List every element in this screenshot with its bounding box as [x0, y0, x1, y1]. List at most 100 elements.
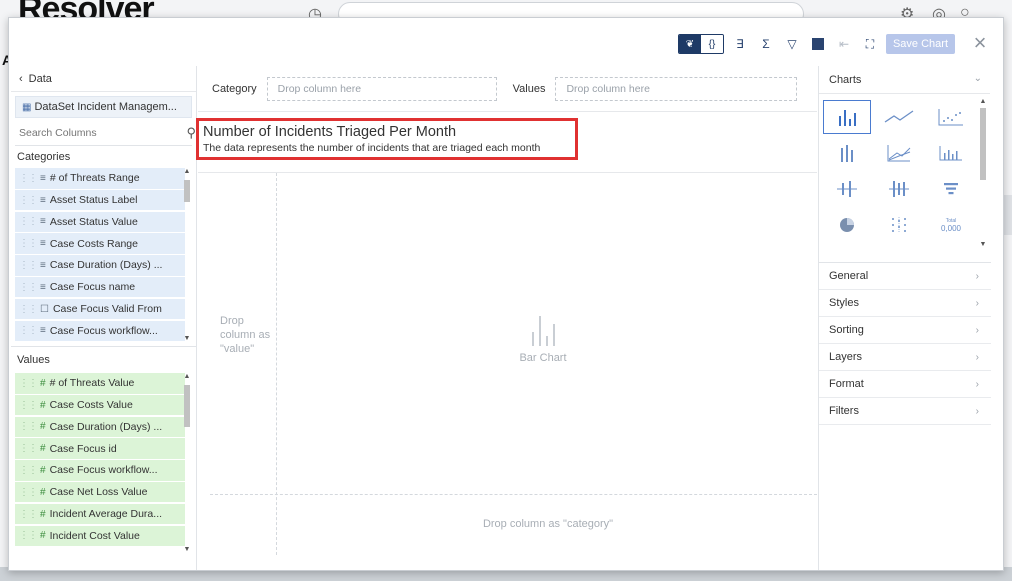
- histogram-chart-icon[interactable]: [927, 136, 975, 170]
- drag-handle-icon[interactable]: ⋮⋮: [19, 378, 38, 389]
- values-title: Values: [17, 354, 50, 366]
- chart-type-tile[interactable]: [823, 244, 871, 248]
- list-item[interactable]: ⋮⋮ # # of Threats Value: [15, 373, 185, 394]
- chart-title-block[interactable]: Number of Incidents Triaged Per Month Th…: [196, 118, 578, 160]
- pivot-icon[interactable]: ∃: [730, 34, 750, 54]
- code-braces-icon[interactable]: {}: [700, 35, 723, 53]
- list-item[interactable]: ⋮⋮ ≡ Case Focus workflow...: [15, 320, 185, 342]
- search-icon[interactable]: ⚲: [186, 125, 196, 141]
- scroll-thumb[interactable]: [184, 385, 190, 427]
- pie-chart-icon[interactable]: [823, 208, 871, 242]
- list-item[interactable]: ⋮⋮ ≡ Asset Status Label: [15, 189, 185, 211]
- category-drop-zone[interactable]: Drop column here: [266, 76, 497, 101]
- drag-handle-icon[interactable]: ⋮⋮: [19, 260, 38, 271]
- search-columns-input[interactable]: [19, 126, 169, 139]
- option-sorting[interactable]: Sorting ›: [819, 317, 991, 344]
- chart-type-tile[interactable]: [875, 244, 923, 248]
- column-label: Case Net Loss Value: [49, 486, 148, 499]
- list-item[interactable]: ⋮⋮ ≡ Case Costs Range: [15, 233, 185, 254]
- mode-toggle[interactable]: ❦ {}: [677, 34, 724, 54]
- drag-handle-icon[interactable]: ⋮⋮: [19, 443, 38, 454]
- scroll-down-icon[interactable]: ▼: [183, 546, 191, 553]
- drag-handle-icon[interactable]: ⋮⋮: [19, 421, 38, 432]
- drag-handle-icon[interactable]: ⋮⋮: [19, 238, 38, 249]
- option-filters[interactable]: Filters ›: [819, 398, 991, 425]
- dot-plot-icon[interactable]: [875, 208, 923, 242]
- drag-handle-icon[interactable]: ⋮⋮: [19, 325, 38, 336]
- column-label: Case Focus workflow...: [49, 464, 158, 477]
- chevron-right-icon: ›: [975, 378, 979, 390]
- bar-chart-icon[interactable]: [823, 100, 871, 134]
- scroll-up-icon[interactable]: ▲: [183, 168, 191, 175]
- close-icon[interactable]: ×: [969, 32, 991, 55]
- option-general[interactable]: General ›: [819, 263, 991, 290]
- total-number-icon[interactable]: Total 0,000: [927, 208, 975, 242]
- drag-handle-icon[interactable]: ⋮⋮: [19, 465, 38, 476]
- values-drop-zone[interactable]: Drop column here: [555, 76, 798, 101]
- drag-handle-icon[interactable]: ⋮⋮: [19, 195, 38, 206]
- drag-handle-icon[interactable]: ⋮⋮: [19, 530, 38, 541]
- divider: [198, 172, 817, 173]
- scroll-down-icon[interactable]: ▼: [979, 241, 987, 248]
- list-item[interactable]: ⋮⋮ # Case Focus id: [15, 438, 185, 459]
- fit-width-icon[interactable]: ⇤: [834, 34, 854, 54]
- value-drop-zone[interactable]: Drop column as "value": [220, 314, 280, 356]
- chart-title[interactable]: Number of Incidents Triaged Per Month: [203, 124, 575, 140]
- data-back-link[interactable]: ‹ Data: [11, 66, 196, 92]
- drag-handle-icon[interactable]: ⋮⋮: [19, 173, 38, 184]
- scroll-up-icon[interactable]: ▲: [979, 98, 987, 105]
- drag-handle-icon[interactable]: ⋮⋮: [19, 216, 38, 227]
- categories-scrollbar[interactable]: ▲ ▼: [183, 168, 191, 342]
- drag-handle-icon[interactable]: ⋮⋮: [19, 304, 38, 315]
- option-layers[interactable]: Layers ›: [819, 344, 991, 371]
- chart-subtitle[interactable]: The data represents the number of incide…: [203, 142, 575, 154]
- number-type-icon: #: [40, 443, 46, 455]
- list-item[interactable]: ⋮⋮ ≡ Case Focus name: [15, 276, 185, 298]
- scroll-thumb[interactable]: [980, 108, 986, 180]
- list-item[interactable]: ⋮⋮ # Case Duration (Days) ...: [15, 416, 185, 438]
- scroll-up-icon[interactable]: ▲: [183, 373, 191, 380]
- list-item[interactable]: ⋮⋮ # Incident Average Dura...: [15, 503, 185, 525]
- option-format[interactable]: Format ›: [819, 371, 991, 398]
- stacked-bar-chart-icon[interactable]: [823, 136, 871, 170]
- chart-type-tile[interactable]: [927, 244, 975, 248]
- box-plot-icon[interactable]: [823, 172, 871, 206]
- list-item[interactable]: ⋮⋮ # Case Net Loss Value: [15, 481, 185, 503]
- save-chart-button[interactable]: Save Chart: [885, 34, 955, 54]
- list-item[interactable]: ⋮⋮ ≡ Asset Status Value: [15, 211, 185, 233]
- list-item[interactable]: ⋮⋮ ≡ # of Threats Range: [15, 168, 185, 189]
- scroll-thumb[interactable]: [184, 180, 190, 202]
- drag-handle-icon[interactable]: ⋮⋮: [19, 400, 38, 411]
- list-item[interactable]: ⋮⋮ ☐ Case Focus Valid From: [15, 298, 185, 320]
- chevron-right-icon: ›: [975, 270, 979, 282]
- range-chart-icon[interactable]: [875, 172, 923, 206]
- drag-handle-icon[interactable]: ⋮⋮: [19, 487, 38, 498]
- charts-section-header[interactable]: Charts ⌄: [819, 66, 990, 94]
- category-axis-drop-zone[interactable]: Drop column as "category": [428, 518, 668, 530]
- chart-grid-scrollbar[interactable]: ▲ ▼: [979, 98, 987, 248]
- scatter-chart-icon[interactable]: [927, 100, 975, 134]
- dataset-selector[interactable]: ▦ DataSet Incident Managem...: [15, 96, 192, 118]
- drag-handle-icon[interactable]: ⋮⋮: [19, 509, 38, 520]
- list-item[interactable]: ⋮⋮ ≡ Case Duration (Days) ...: [15, 255, 185, 276]
- scroll-down-icon[interactable]: ▼: [183, 335, 191, 342]
- list-item[interactable]: ⋮⋮ # Case Focus workflow...: [15, 460, 185, 481]
- color-swatch-icon[interactable]: [811, 38, 824, 50]
- option-label: Format: [829, 378, 864, 390]
- brush-icon[interactable]: ❦: [678, 35, 701, 53]
- filter-icon[interactable]: ▽: [782, 34, 802, 54]
- funnel-chart-icon[interactable]: [927, 172, 975, 206]
- column-label: Incident Average Dura...: [49, 508, 163, 521]
- total-tile-text: 0,000: [940, 223, 962, 233]
- list-item[interactable]: ⋮⋮ # Incident Cost Value: [15, 525, 185, 547]
- line-chart-icon[interactable]: [875, 100, 923, 134]
- chevron-down-icon[interactable]: ⌄: [974, 73, 982, 84]
- fullscreen-icon[interactable]: ⛶: [860, 34, 880, 54]
- option-styles[interactable]: Styles ›: [819, 290, 991, 317]
- values-scrollbar[interactable]: ▲ ▼: [183, 373, 191, 553]
- drag-handle-icon[interactable]: ⋮⋮: [19, 282, 38, 293]
- list-item[interactable]: ⋮⋮ # Case Costs Value: [15, 394, 185, 416]
- sum-icon[interactable]: Σ: [756, 34, 776, 54]
- area-chart-icon[interactable]: [875, 136, 923, 170]
- chevron-left-icon: ‹: [19, 72, 23, 85]
